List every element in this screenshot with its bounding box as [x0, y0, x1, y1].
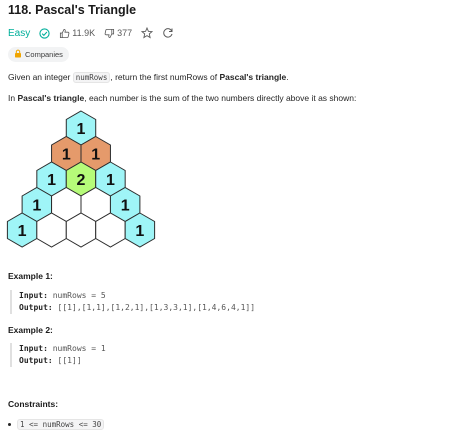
example-1-block: Input: numRows = 5 Output: [[1],[1,1],[1…: [10, 290, 255, 314]
hex-label: 1: [62, 147, 71, 164]
bullet-icon: [8, 423, 11, 426]
hex-label: 2: [77, 172, 86, 189]
example-1-input-value: numRows = 5: [52, 291, 106, 300]
example-2-heading: Example 2:: [8, 325, 53, 335]
example-2-output-label: Output:: [19, 356, 53, 365]
hex-label: 1: [121, 198, 130, 215]
example-2-block: Input: numRows = 1 Output: [[1]]: [10, 343, 106, 367]
example-2-output-line: Output: [[1]]: [19, 355, 106, 367]
constraint-code: 1 <= numRows <= 30: [17, 419, 105, 430]
example-1-output-line: Output: [[1],[1,1],[1,2,1],[1,3,3,1],[1,…: [19, 302, 255, 314]
hex-label: 1: [47, 172, 56, 189]
hex-label: 1: [91, 147, 100, 164]
hex-label: 1: [18, 223, 27, 240]
constraint-item: 1 <= numRows <= 30: [8, 419, 105, 430]
example-2-output-value: [[1]]: [57, 356, 82, 365]
example-1-output-value: [[1],[1,1],[1,2,1],[1,3,3,1],[1,4,6,4,1]…: [57, 303, 256, 312]
hex-label: 1: [32, 198, 41, 215]
pascal-triangle-illustration: 11 11 2 11 11 1: [6, 110, 156, 248]
constraints-heading: Constraints:: [8, 399, 59, 409]
example-2-input-line: Input: numRows = 1: [19, 343, 106, 355]
example-1-input-line: Input: numRows = 5: [19, 290, 255, 302]
hex-label: 1: [135, 223, 144, 240]
hex-label: 1: [106, 172, 115, 189]
example-1-input-label: Input:: [19, 291, 48, 300]
example-1-output-label: Output:: [19, 303, 53, 312]
example-2-input-label: Input:: [19, 344, 48, 353]
example-2-input-value: numRows = 1: [52, 344, 106, 353]
hex-label: 1: [77, 121, 86, 138]
example-1-heading: Example 1:: [8, 271, 53, 281]
